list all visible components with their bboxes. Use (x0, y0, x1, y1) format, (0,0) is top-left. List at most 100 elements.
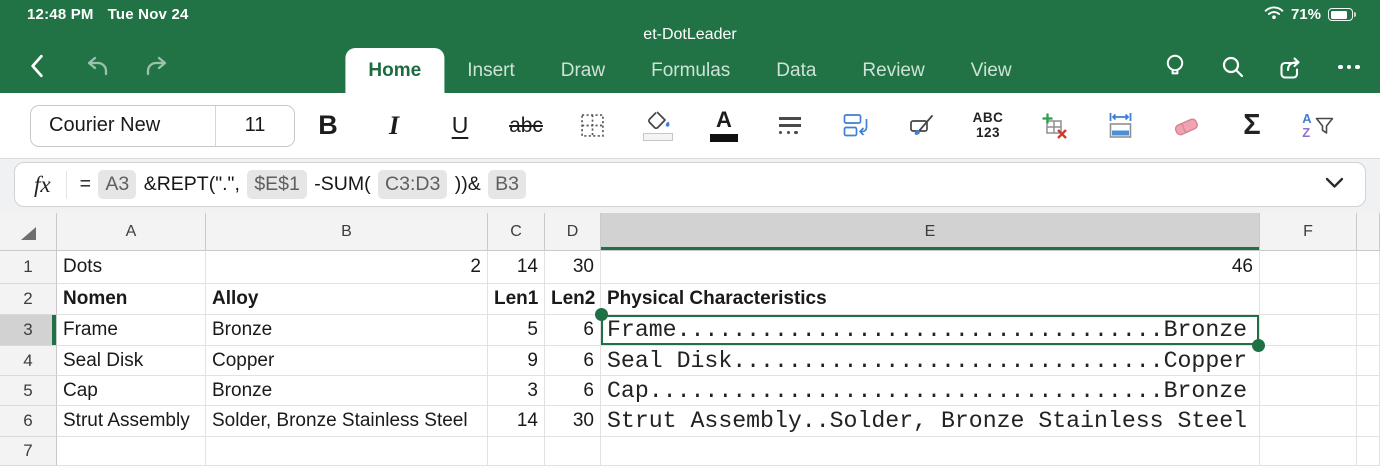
column-header-F[interactable]: F (1260, 213, 1357, 251)
back-button[interactable] (20, 49, 54, 83)
cell-F5[interactable] (1260, 376, 1357, 406)
column-header-C[interactable]: C (488, 213, 545, 251)
cell-D6[interactable]: 30 (545, 406, 601, 437)
formula-text[interactable]: = A3 &REPT(".", $E$1 -SUM( C3:D3 ))& B3 (80, 170, 528, 199)
cell-B5[interactable]: Bronze (206, 376, 488, 406)
row-header-5[interactable]: 5 (0, 376, 57, 406)
cell-E6[interactable]: Strut Assembly..Solder, Bronze Stainless… (601, 406, 1260, 437)
tab-formulas[interactable]: Formulas (628, 48, 753, 93)
fill-color-button[interactable] (638, 102, 678, 150)
font-selector[interactable]: Courier New 11 (30, 104, 295, 147)
row-header-2[interactable]: 2 (0, 284, 57, 315)
font-color-button[interactable]: A (704, 102, 744, 150)
row-header-6[interactable]: 6 (0, 406, 57, 437)
column-header-B[interactable]: B (206, 213, 488, 251)
font-name-value[interactable]: Courier New (31, 114, 215, 137)
cell-A5[interactable]: Cap (57, 376, 206, 406)
cell-D5[interactable]: 6 (545, 376, 601, 406)
cell-D7[interactable] (545, 437, 601, 466)
cell-C2[interactable]: Len1 (488, 284, 545, 315)
tab-draw[interactable]: Draw (538, 48, 628, 93)
column-header-partial[interactable] (1357, 213, 1380, 251)
sort-filter-button[interactable]: A Z (1298, 102, 1338, 150)
cell-D1[interactable]: 30 (545, 251, 601, 284)
select-all-corner[interactable] (0, 213, 57, 251)
strikethrough-button[interactable]: abc (506, 102, 546, 150)
cell-F7[interactable] (1260, 437, 1357, 466)
format-painter-button[interactable] (902, 102, 942, 150)
cell-A7[interactable] (57, 437, 206, 466)
cell-B7[interactable] (206, 437, 488, 466)
tab-data[interactable]: Data (753, 48, 839, 93)
cell-E2[interactable]: Physical Characteristics (601, 284, 1260, 315)
more-options-icon[interactable] (1332, 50, 1366, 84)
cell-B1[interactable]: 2 (206, 251, 488, 284)
autosum-button[interactable]: Σ (1232, 102, 1272, 150)
search-icon[interactable] (1216, 50, 1250, 84)
cell-partial5[interactable] (1357, 376, 1380, 406)
tab-view[interactable]: View (948, 48, 1035, 93)
cell-C6[interactable]: 14 (488, 406, 545, 437)
alignment-button[interactable] (770, 102, 810, 150)
cell-D4[interactable]: 6 (545, 346, 601, 376)
cell-C4[interactable]: 9 (488, 346, 545, 376)
cell-partial7[interactable] (1357, 437, 1380, 466)
cell-F6[interactable] (1260, 406, 1357, 437)
clear-eraser-button[interactable] (1166, 102, 1206, 150)
borders-button[interactable] (572, 102, 612, 150)
column-header-E[interactable]: E (601, 213, 1260, 251)
cell-D3[interactable]: 6 (545, 315, 601, 346)
cell-partial4[interactable] (1357, 346, 1380, 376)
cell-E3[interactable]: Frame...................................… (595, 308, 1265, 352)
row-header-1[interactable]: 1 (0, 251, 57, 284)
italic-button[interactable]: I (374, 102, 414, 150)
cell-F2[interactable] (1260, 284, 1357, 315)
cell-C1[interactable]: 14 (488, 251, 545, 284)
cell-E4[interactable]: Seal Disk...............................… (601, 346, 1260, 376)
wrap-text-button[interactable] (836, 102, 876, 150)
cell-A3[interactable]: Frame (57, 315, 206, 346)
cell-partial1[interactable] (1357, 251, 1380, 284)
cell-A4[interactable]: Seal Disk (57, 346, 206, 376)
selection-handle-top-left[interactable] (595, 308, 608, 321)
redo-button[interactable] (140, 49, 174, 83)
tab-insert[interactable]: Insert (444, 48, 538, 93)
cell-F1[interactable] (1260, 251, 1357, 284)
cell-B4[interactable]: Copper (206, 346, 488, 376)
cell-A1[interactable]: Dots (57, 251, 206, 284)
tab-home[interactable]: Home (345, 48, 445, 93)
cell-C5[interactable]: 3 (488, 376, 545, 406)
column-header-A[interactable]: A (57, 213, 206, 251)
cell-E1[interactable]: 46 (601, 251, 1260, 284)
cell-A2[interactable]: Nomen (57, 284, 206, 315)
cell-D2[interactable]: Len2 (545, 284, 601, 315)
cell-F3[interactable] (1260, 315, 1357, 346)
cell-partial2[interactable] (1357, 284, 1380, 315)
share-icon[interactable] (1274, 50, 1308, 84)
cell-E5[interactable]: Cap.....................................… (601, 376, 1260, 406)
cell-F4[interactable] (1260, 346, 1357, 376)
tab-review[interactable]: Review (839, 48, 947, 93)
formula-expand-chevron-icon[interactable] (1325, 176, 1344, 194)
row-header-7[interactable]: 7 (0, 437, 57, 466)
cell-B2[interactable]: Alloy (206, 284, 488, 315)
insert-delete-cells-button[interactable] (1034, 102, 1074, 150)
underline-button[interactable]: U (440, 102, 480, 150)
undo-button[interactable] (80, 49, 114, 83)
row-header-4[interactable]: 4 (0, 346, 57, 376)
cell-partial3[interactable] (1357, 315, 1380, 346)
cell-B3[interactable]: Bronze (206, 315, 488, 346)
cell-A6[interactable]: Strut Assembly (57, 406, 206, 437)
cell-C3[interactable]: 5 (488, 315, 545, 346)
selection-handle-bottom-right[interactable] (1252, 339, 1265, 352)
bold-button[interactable]: B (308, 102, 348, 150)
tell-me-lightbulb-icon[interactable] (1158, 50, 1192, 84)
column-header-D[interactable]: D (545, 213, 601, 251)
cell-C7[interactable] (488, 437, 545, 466)
column-width-button[interactable] (1100, 102, 1140, 150)
cell-B6[interactable]: Solder, Bronze Stainless Steel (206, 406, 488, 437)
formula-input[interactable]: fx = A3 &REPT(".", $E$1 -SUM( C3:D3 ))& … (14, 162, 1366, 207)
row-header-3[interactable]: 3 (0, 315, 57, 346)
number-format-button[interactable]: ABC 123 (968, 102, 1008, 150)
font-size-value[interactable]: 11 (216, 114, 294, 137)
